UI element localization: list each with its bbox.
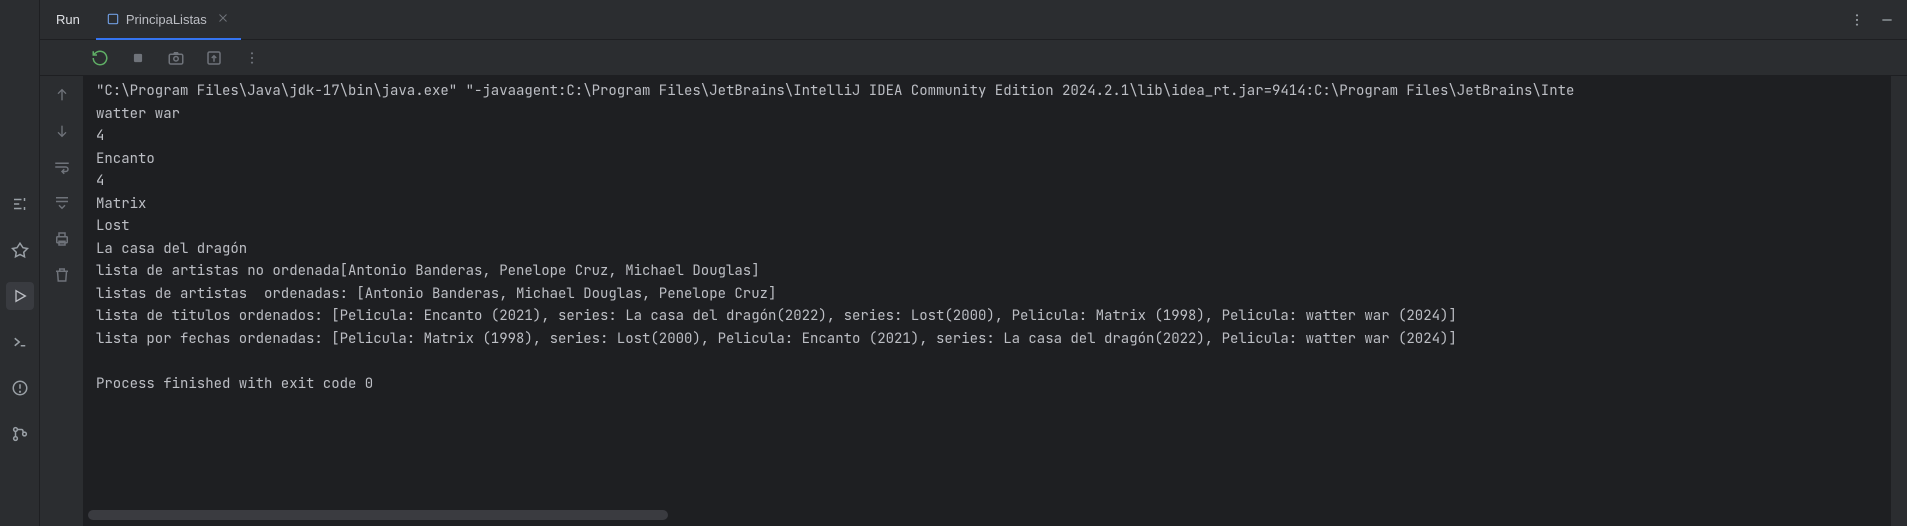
console-gutter (40, 76, 84, 526)
horizontal-scrollbar[interactable] (88, 510, 668, 520)
run-config-tab[interactable]: PrincipaListas (96, 0, 241, 40)
camera-icon[interactable] (166, 48, 186, 68)
tab-label: PrincipaListas (126, 12, 207, 27)
run-panel: Run PrincipaListas (40, 0, 1907, 526)
application-icon (106, 12, 120, 26)
structure-icon[interactable] (6, 190, 34, 218)
git-icon[interactable] (6, 420, 34, 448)
console-output[interactable]: "C:\Program Files\Java\jdk-17\bin\java.e… (84, 76, 1891, 526)
tool-window-bar (0, 0, 40, 526)
export-icon[interactable] (204, 48, 224, 68)
close-icon[interactable] (217, 12, 231, 26)
stop-icon[interactable] (128, 48, 148, 68)
run-tool-icon[interactable] (6, 282, 34, 310)
tab-actions (1849, 12, 1907, 28)
console-toolbar (40, 40, 1907, 76)
more-icon[interactable] (242, 48, 262, 68)
services-icon[interactable] (6, 236, 34, 264)
tab-bar: Run PrincipaListas (40, 0, 1907, 40)
panel-title: Run (52, 12, 92, 27)
console-body: "C:\Program Files\Java\jdk-17\bin\java.e… (40, 76, 1907, 526)
problems-icon[interactable] (6, 374, 34, 402)
up-arrow-icon[interactable] (51, 84, 73, 106)
print-icon[interactable] (51, 228, 73, 250)
rerun-icon[interactable] (90, 48, 110, 68)
scroll-to-end-icon[interactable] (51, 192, 73, 214)
down-arrow-icon[interactable] (51, 120, 73, 142)
trash-icon[interactable] (51, 264, 73, 286)
soft-wrap-icon[interactable] (51, 156, 73, 178)
minimize-icon[interactable] (1879, 12, 1895, 28)
right-gutter (1891, 76, 1907, 526)
terminal-icon[interactable] (6, 328, 34, 356)
more-vertical-icon[interactable] (1849, 12, 1865, 28)
